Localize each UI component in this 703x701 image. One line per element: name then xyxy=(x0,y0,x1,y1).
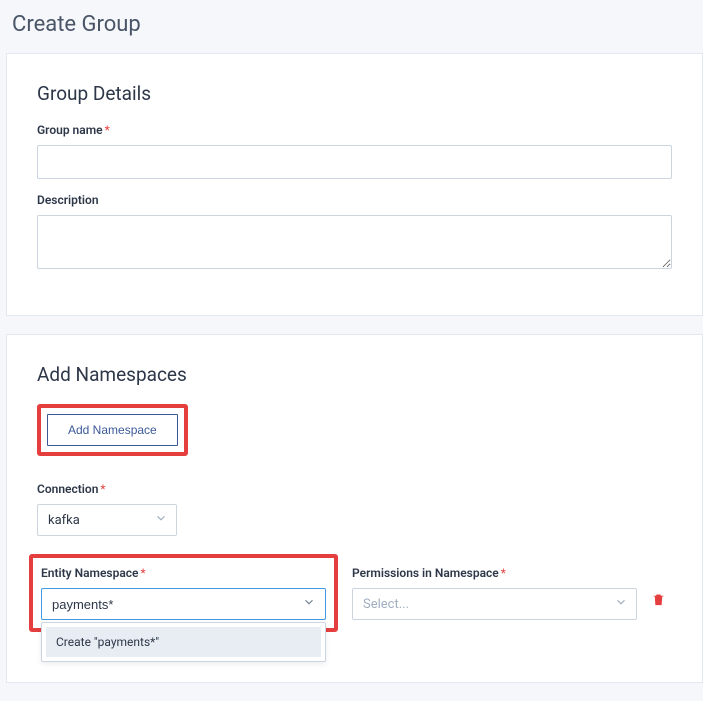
connection-value: kafka xyxy=(48,513,80,528)
group-name-label: Group name* xyxy=(37,123,672,137)
required-asterisk: * xyxy=(141,566,146,580)
chevron-down-icon xyxy=(614,595,628,613)
group-details-title: Group Details xyxy=(37,82,672,105)
description-field: Description xyxy=(37,193,672,273)
description-label: Description xyxy=(37,193,672,207)
group-details-panel: Group Details Group name* Description xyxy=(6,53,703,316)
permissions-placeholder: Select... xyxy=(363,597,409,612)
entity-namespace-highlight: Entity Namespace* Create "payments*" xyxy=(29,554,338,632)
entity-namespace-dropdown: Create "payments*" xyxy=(41,622,326,662)
required-asterisk: * xyxy=(105,123,110,137)
create-namespace-option[interactable]: Create "payments*" xyxy=(46,627,321,657)
entity-namespace-label: Entity Namespace* xyxy=(41,566,326,580)
group-name-field: Group name* xyxy=(37,123,672,179)
permissions-label: Permissions in Namespace* xyxy=(352,566,637,580)
namespaces-title: Add Namespaces xyxy=(37,363,672,386)
permissions-select[interactable]: Select... xyxy=(352,588,637,620)
required-asterisk: * xyxy=(100,482,105,496)
entity-namespace-input[interactable] xyxy=(41,588,326,620)
add-namespace-highlight: Add Namespace xyxy=(37,404,188,456)
connection-label: Connection* xyxy=(37,482,672,496)
permissions-field: Permissions in Namespace* Select... xyxy=(352,554,637,620)
namespace-row: Entity Namespace* Create "payments*" Per… xyxy=(37,554,672,632)
namespaces-panel: Add Namespaces Add Namespace Connection*… xyxy=(6,334,703,683)
connection-field: Connection* kafka xyxy=(37,482,672,536)
delete-namespace-button[interactable] xyxy=(651,592,666,611)
connection-select[interactable]: kafka xyxy=(37,504,177,536)
page-title: Create Group xyxy=(0,0,703,53)
add-namespace-button[interactable]: Add Namespace xyxy=(47,414,178,446)
group-name-input[interactable] xyxy=(37,145,672,179)
chevron-down-icon xyxy=(154,511,168,529)
required-asterisk: * xyxy=(501,566,506,580)
description-input[interactable] xyxy=(37,215,672,269)
